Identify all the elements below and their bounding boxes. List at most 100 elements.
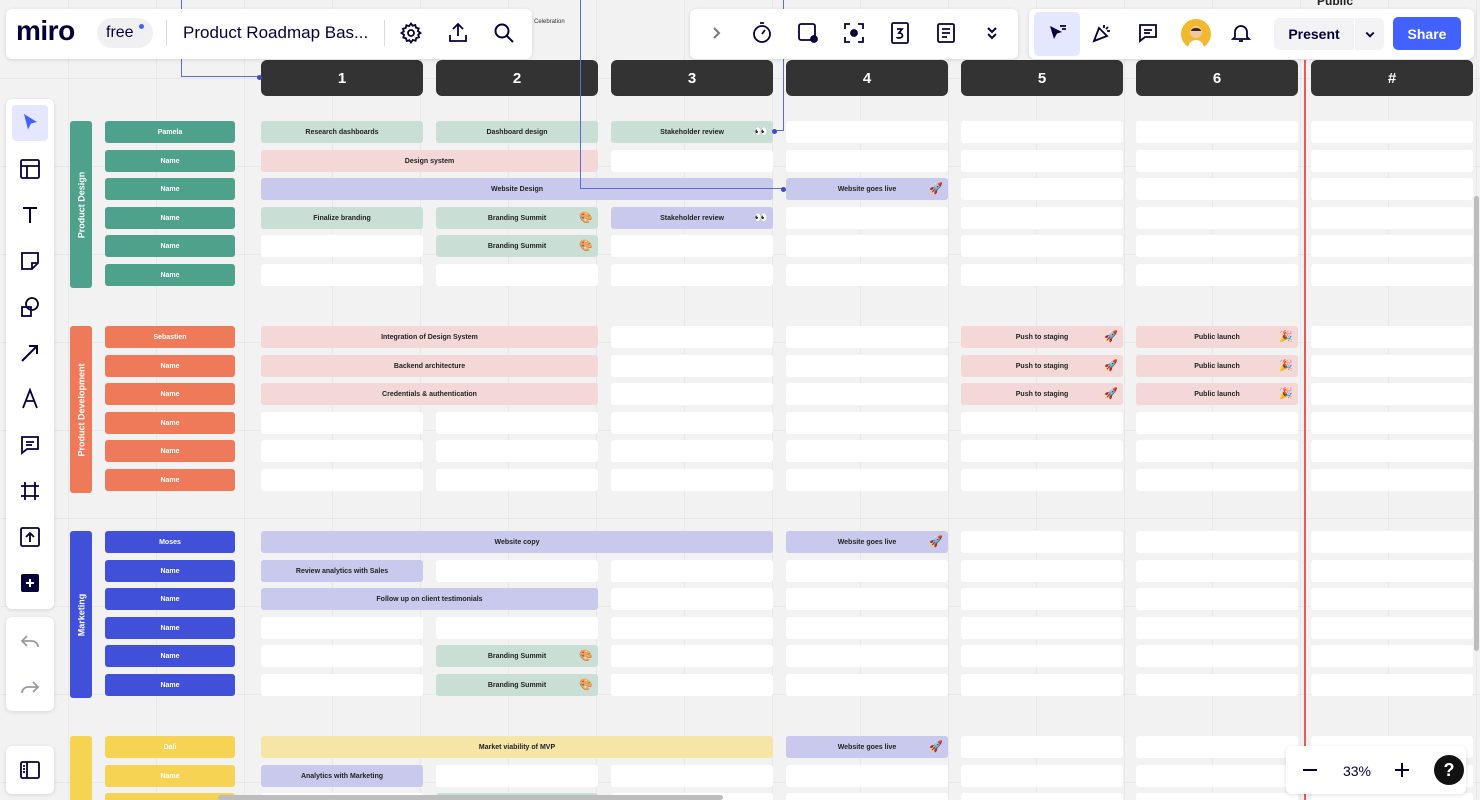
empty-cell[interactable] — [436, 412, 598, 434]
empty-cell[interactable] — [1136, 793, 1298, 800]
empty-cell[interactable] — [1136, 121, 1298, 143]
empty-cell[interactable] — [961, 264, 1123, 286]
task-card[interactable]: Market viability of MVP — [261, 736, 773, 758]
empty-cell[interactable] — [1136, 588, 1298, 610]
task-card[interactable]: Public launch 🎉 — [1136, 383, 1298, 405]
empty-cell[interactable] — [1311, 617, 1473, 639]
empty-cell[interactable] — [611, 588, 773, 610]
task-card[interactable]: Credentials & authentication — [261, 383, 598, 405]
empty-cell[interactable] — [1311, 264, 1473, 286]
empty-cell[interactable] — [1311, 121, 1473, 143]
task-card[interactable]: Website goes live 🚀 — [786, 736, 948, 758]
empty-cell[interactable] — [611, 264, 773, 286]
empty-cell[interactable] — [786, 412, 948, 434]
empty-cell[interactable] — [786, 560, 948, 582]
upload-tool[interactable] — [12, 519, 48, 555]
present-button[interactable]: Present — [1274, 18, 1354, 50]
assignee-tag[interactable]: Name — [105, 469, 235, 491]
empty-cell[interactable] — [1136, 617, 1298, 639]
task-card[interactable]: Finalize branding — [261, 207, 423, 229]
empty-cell[interactable] — [261, 412, 423, 434]
empty-cell[interactable] — [611, 645, 773, 667]
connection-line-tool[interactable] — [12, 335, 48, 371]
empty-cell[interactable] — [1136, 207, 1298, 229]
more-apps-tool[interactable] — [12, 565, 48, 601]
text-tool[interactable] — [12, 197, 48, 233]
empty-cell[interactable] — [961, 736, 1123, 758]
empty-cell[interactable] — [961, 588, 1123, 610]
empty-cell[interactable] — [961, 765, 1123, 787]
task-card[interactable]: Design system — [261, 150, 598, 172]
empty-cell[interactable] — [961, 150, 1123, 172]
notes-button[interactable] — [932, 19, 960, 47]
empty-cell[interactable] — [611, 674, 773, 696]
empty-cell[interactable] — [961, 178, 1123, 200]
lane-label[interactable]: Product Development — [70, 326, 92, 493]
empty-cell[interactable] — [611, 355, 773, 377]
empty-cell[interactable] — [1311, 674, 1473, 696]
focus-button[interactable] — [840, 19, 868, 47]
empty-cell[interactable] — [1311, 412, 1473, 434]
empty-cell[interactable] — [1311, 793, 1473, 800]
empty-cell[interactable] — [961, 645, 1123, 667]
empty-cell[interactable] — [786, 383, 948, 405]
empty-cell[interactable] — [961, 440, 1123, 462]
empty-cell[interactable] — [961, 469, 1123, 491]
undo-button[interactable] — [12, 624, 48, 660]
assignee-tag[interactable]: Sebastien — [105, 326, 235, 348]
assignee-tag[interactable]: Name — [105, 355, 235, 377]
empty-cell[interactable] — [611, 765, 773, 787]
frame-tool[interactable] — [12, 473, 48, 509]
empty-cell[interactable] — [1136, 645, 1298, 667]
empty-cell[interactable] — [611, 617, 773, 639]
empty-cell[interactable] — [786, 674, 948, 696]
empty-cell[interactable] — [1311, 469, 1473, 491]
empty-cell[interactable] — [961, 207, 1123, 229]
countdown-button[interactable] — [886, 19, 914, 47]
user-avatar[interactable] — [1181, 19, 1211, 49]
empty-cell[interactable] — [1136, 736, 1298, 758]
empty-cell[interactable] — [1136, 264, 1298, 286]
assignee-tag[interactable]: Name — [105, 178, 235, 200]
templates-tool[interactable] — [12, 151, 48, 187]
select-tool[interactable] — [12, 105, 48, 141]
assignee-tag[interactable]: Name — [105, 235, 235, 257]
empty-cell[interactable] — [961, 531, 1123, 553]
task-card[interactable]: Public launch 🎉 — [1136, 355, 1298, 377]
assignee-tag[interactable]: Name — [105, 617, 235, 639]
empty-cell[interactable] — [961, 235, 1123, 257]
assignee-tag[interactable]: Name — [105, 560, 235, 582]
empty-cell[interactable] — [261, 235, 423, 257]
task-card[interactable]: Dashboard design — [436, 121, 598, 143]
task-card[interactable]: Push to staging 🚀 — [961, 355, 1123, 377]
assignee-tag[interactable]: Name — [105, 674, 235, 696]
empty-cell[interactable] — [436, 440, 598, 462]
task-card[interactable]: Website goes live 🚀 — [786, 178, 948, 200]
empty-cell[interactable] — [961, 560, 1123, 582]
empty-cell[interactable] — [961, 793, 1123, 800]
empty-cell[interactable] — [611, 469, 773, 491]
assignee-tag[interactable]: Name — [105, 440, 235, 462]
empty-cell[interactable] — [1136, 440, 1298, 462]
task-card[interactable]: Follow up on client testimonials — [261, 588, 598, 610]
zoom-level[interactable]: 33% — [1340, 763, 1374, 779]
empty-cell[interactable] — [1311, 588, 1473, 610]
empty-cell[interactable] — [611, 440, 773, 462]
cursor-mode-button[interactable] — [1034, 12, 1080, 56]
empty-cell[interactable] — [1311, 355, 1473, 377]
empty-cell[interactable] — [436, 765, 598, 787]
empty-cell[interactable] — [611, 326, 773, 348]
empty-cell[interactable] — [786, 150, 948, 172]
empty-cell[interactable] — [261, 617, 423, 639]
empty-cell[interactable] — [786, 645, 948, 667]
share-button[interactable]: Share — [1393, 17, 1461, 50]
assignee-tag[interactable]: Name — [105, 645, 235, 667]
empty-cell[interactable] — [1311, 235, 1473, 257]
empty-cell[interactable] — [1311, 645, 1473, 667]
task-card[interactable]: Public launch 🎉 — [1136, 326, 1298, 348]
assignee-tag[interactable]: Name — [105, 264, 235, 286]
task-card[interactable]: Analytics with Marketing — [261, 765, 423, 787]
sticky-note-tool[interactable] — [12, 243, 48, 279]
more-tools-button[interactable] — [978, 19, 1006, 47]
assignee-tag[interactable]: Dali — [105, 736, 235, 758]
